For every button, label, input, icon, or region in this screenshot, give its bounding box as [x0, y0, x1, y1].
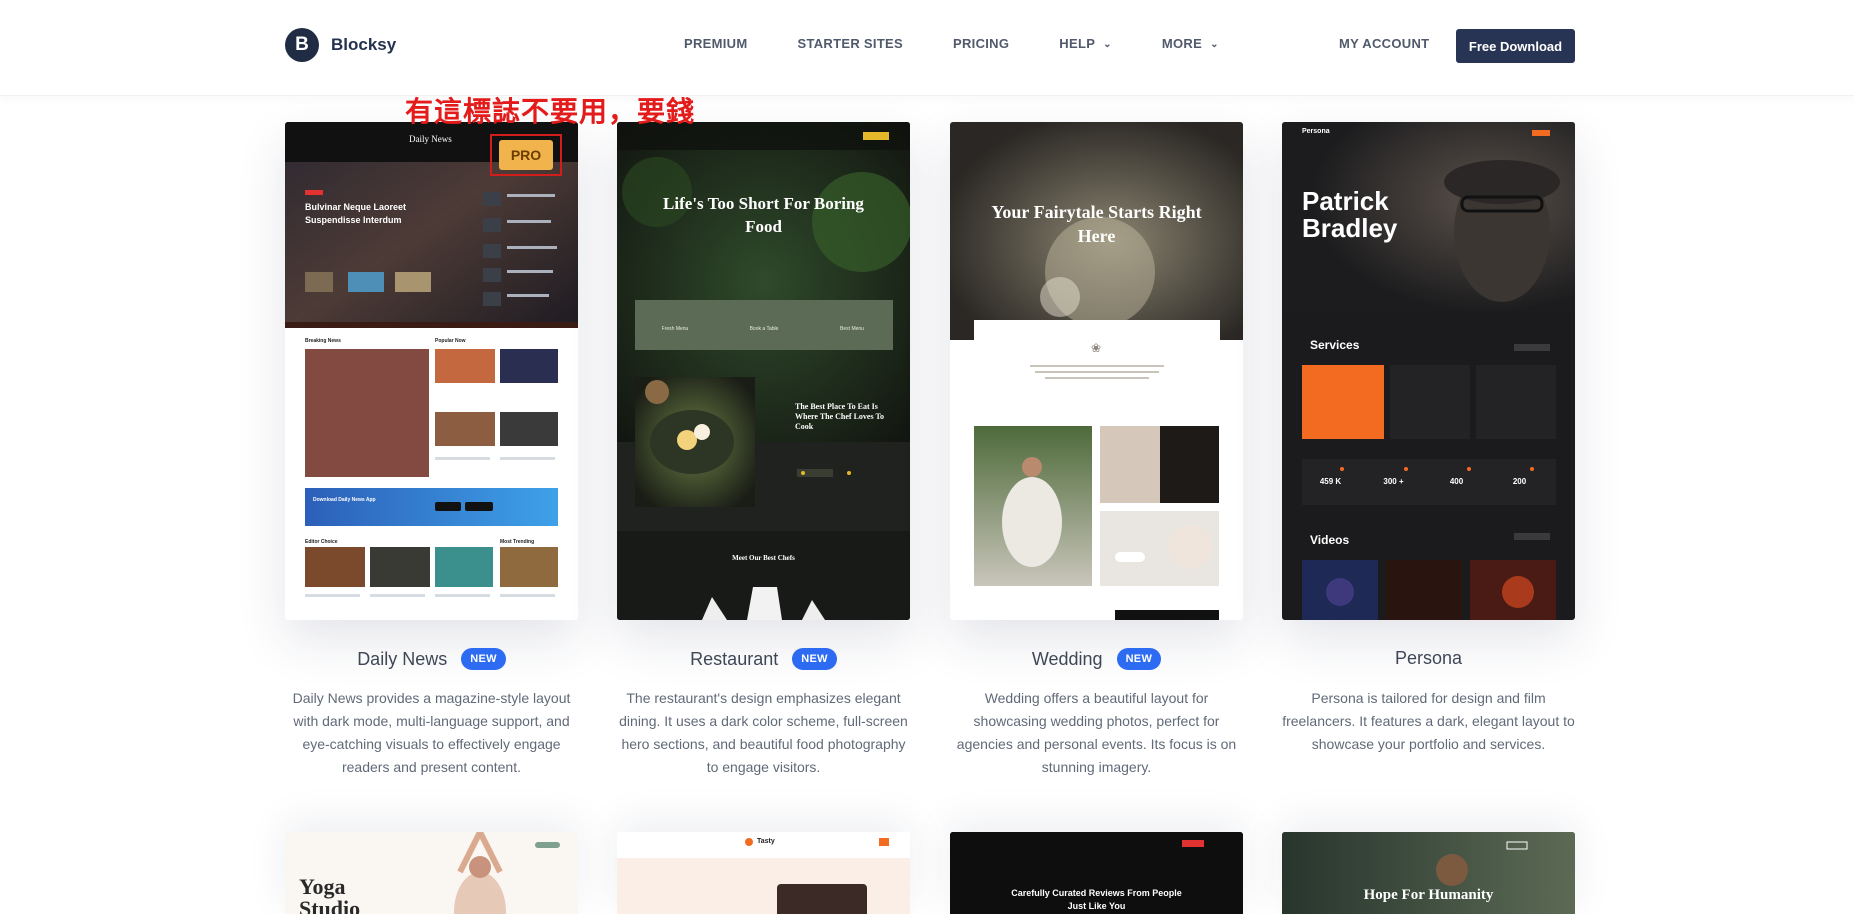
- card-description: Wedding offers a beautiful layout for sh…: [956, 690, 1237, 775]
- chevron-down-icon: ⌄: [1210, 39, 1219, 50]
- starter-site-persona-preview[interactable]: Persona Patrick Bradley Services 459 K 3…: [1282, 122, 1575, 620]
- preview-hero-title: Life's Too Short For Boring Food: [663, 194, 864, 236]
- card-description: Daily News provides a magazine-style lay…: [292, 690, 571, 775]
- preview-feature-1: Fresh Menu: [661, 326, 689, 332]
- preview-site-title: Daily News: [409, 134, 452, 144]
- preview-app-banner: Download Daily News App: [313, 497, 376, 503]
- preview-section-heading: The Best Place To Eat Is Where The Chef …: [795, 402, 885, 431]
- preview-stat-2: 300 +: [1383, 477, 1404, 486]
- card-title-restaurant: Restaurant NEW: [617, 648, 910, 670]
- preview-feature-2: Book a Table: [749, 326, 779, 332]
- preview-editor-choice: Editor Choice: [305, 539, 338, 545]
- starter-site-daily-news-preview[interactable]: Daily News Bulvinar Neque Laoreet Suspen…: [285, 122, 578, 620]
- top-navigation: B Blocksy PREMIUM STARTER SITES PRICING …: [0, 0, 1854, 96]
- site-name[interactable]: Daily News: [357, 649, 447, 670]
- preview-stat-3: 400: [1449, 477, 1464, 486]
- preview-hero-name: Patrick Bradley: [1302, 186, 1398, 243]
- pro-badge: PRO: [498, 140, 554, 170]
- preview-popular-now: Popular Now: [435, 338, 466, 344]
- main-nav: PREMIUM STARTER SITES PRICING HELP ⌄ MORE…: [684, 36, 1219, 51]
- preview-tasty-brand: Tasty: [757, 838, 775, 845]
- daily-news-thumbnail: [285, 122, 578, 597]
- preview-feature-3: Best Menu: [840, 326, 864, 332]
- preview-yoga-title: Yoga Studio: [299, 874, 361, 914]
- my-account-link[interactable]: MY ACCOUNT: [1339, 36, 1429, 51]
- preview-hero-title: Your Fairytale Starts Right Here: [991, 202, 1202, 246]
- nav-more[interactable]: MORE ⌄: [1162, 36, 1219, 51]
- new-badge: NEW: [792, 648, 837, 670]
- card-description: Persona is tailored for design and film …: [1282, 690, 1575, 752]
- nav-premium[interactable]: PREMIUM: [684, 36, 748, 51]
- starter-site-tasty-preview[interactable]: Tasty: [617, 832, 910, 914]
- preview-most-trending: Most Trending: [500, 539, 535, 545]
- starter-site-restaurant-preview[interactable]: Life's Too Short For Boring Food Fresh M…: [617, 122, 910, 620]
- chevron-down-icon: ⌄: [1103, 39, 1112, 50]
- preview-stat-1: 459 K: [1319, 477, 1342, 486]
- new-badge: NEW: [1116, 648, 1162, 670]
- card-title-wedding: Wedding NEW: [950, 648, 1243, 670]
- card-title-daily-news: Daily News NEW: [285, 648, 578, 670]
- preview-chefs-heading: Meet Our Best Chefs: [732, 554, 795, 562]
- nav-help-label: HELP: [1059, 36, 1096, 51]
- starter-site-yoga-preview[interactable]: Yoga Studio: [285, 832, 578, 914]
- brand-logo[interactable]: B Blocksy: [285, 28, 396, 62]
- preview-stat-4: 200: [1512, 477, 1527, 486]
- site-name[interactable]: Persona: [1395, 648, 1462, 669]
- card-description: The restaurant's design emphasizes elega…: [619, 690, 908, 775]
- starter-site-charity-preview[interactable]: Hope For Humanity: [1282, 832, 1575, 914]
- nav-starter-sites[interactable]: STARTER SITES: [798, 36, 904, 51]
- site-name[interactable]: Wedding: [1032, 649, 1103, 670]
- preview-charity-title: Hope For Humanity: [1363, 887, 1494, 903]
- annotation-note: 有這標誌不要用，要錢: [405, 95, 696, 128]
- brand-name: Blocksy: [331, 35, 397, 54]
- pro-badge-highlight: PRO: [490, 134, 562, 176]
- preview-brand: Persona: [1302, 128, 1330, 135]
- nav-help[interactable]: HELP ⌄: [1059, 36, 1112, 51]
- free-download-button[interactable]: Free Download: [1456, 29, 1575, 63]
- card-title-persona: Persona: [1282, 648, 1575, 669]
- preview-headline: Bulvinar Neque Laoreet Suspendisse Inter…: [305, 202, 407, 225]
- starter-site-reviews-preview[interactable]: Carefully Curated Reviews From People Ju…: [950, 832, 1243, 914]
- svg-text:❀: ❀: [1091, 341, 1101, 355]
- blocksy-logo-icon: B: [285, 28, 319, 62]
- preview-reviews-title: Carefully Curated Reviews From People Ju…: [1011, 888, 1182, 911]
- nav-more-label: MORE: [1161, 36, 1203, 51]
- preview-services: Services: [1310, 338, 1360, 352]
- new-badge: NEW: [461, 648, 506, 670]
- starter-site-wedding-preview[interactable]: ❀ Your Fairytale Starts Right Here: [950, 122, 1243, 620]
- nav-pricing[interactable]: PRICING: [953, 36, 1009, 51]
- site-name[interactable]: Restaurant: [690, 649, 778, 670]
- preview-videos: Videos: [1310, 533, 1350, 547]
- wedding-thumbnail: ❀: [950, 122, 1243, 620]
- preview-breaking-news: Breaking News: [305, 338, 341, 344]
